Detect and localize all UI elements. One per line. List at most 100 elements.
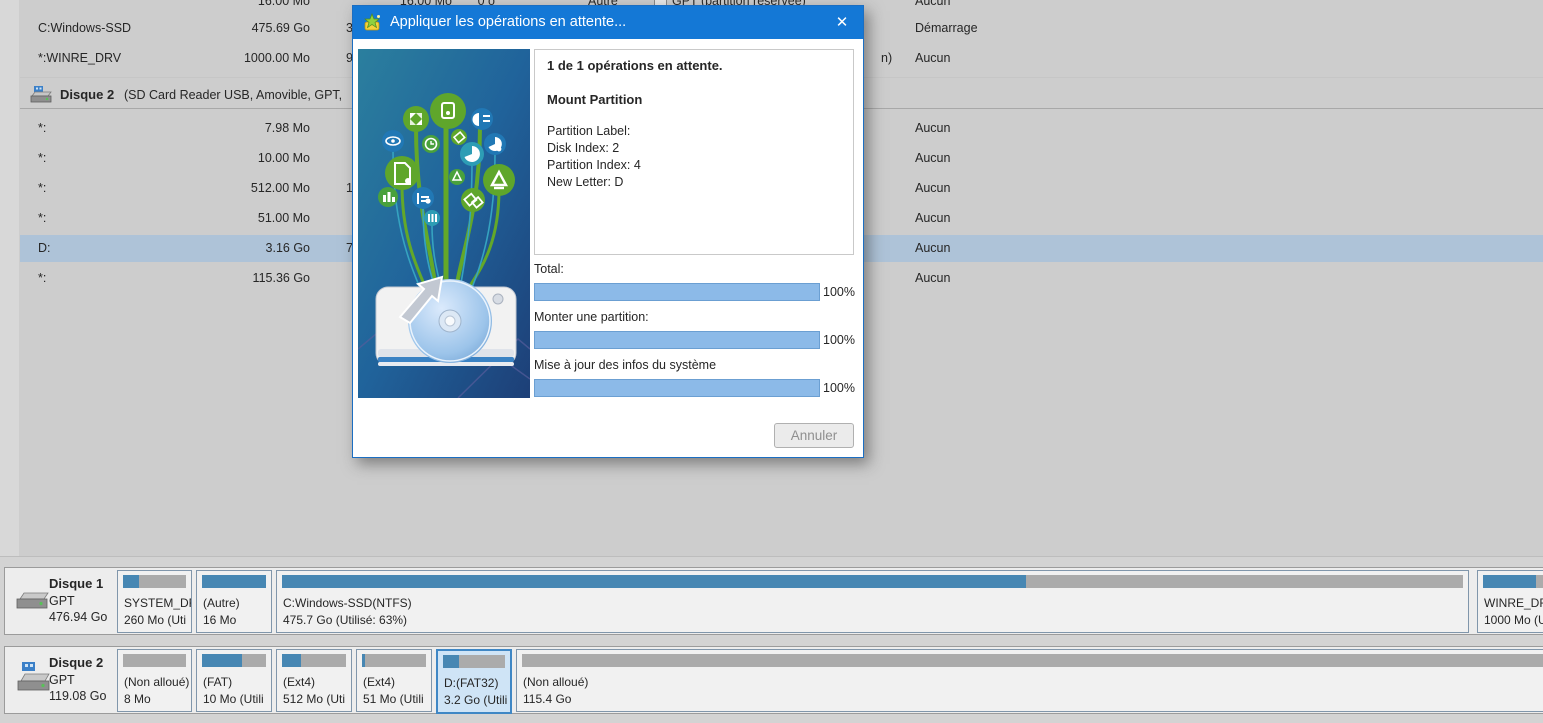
disk1-row: Disque 1 GPT 476.94 Go SYSTEM_DR 260 Mo … [4, 567, 1543, 635]
usb-disk-icon [15, 661, 51, 695]
usage-bar [362, 654, 426, 667]
usage-bar [123, 654, 186, 667]
wand-icon [362, 12, 383, 33]
disk2-row: Disque 2 GPT 119.08 Go (Non alloué) 8 Mo… [4, 646, 1543, 714]
cancel-button[interactable]: Annuler [774, 423, 854, 448]
partition-name-cell: *: [38, 270, 46, 286]
usage-bar [202, 654, 266, 667]
disk-group-subtitle: (SD Card Reader USB, Amovible, GPT, [124, 84, 342, 106]
usage-bar [522, 654, 1543, 667]
status-cell: Aucun [915, 210, 950, 226]
operation-detail: Partition Index: 4 [547, 158, 641, 172]
usage-bar [202, 575, 266, 588]
partition-label: C:Windows-SSD(NTFS) [283, 596, 412, 610]
capacity-cell: 51.00 Mo [200, 210, 310, 226]
partition-info: 51 Mo (Utili [363, 692, 424, 706]
partition-block[interactable]: (Non alloué) 8 Mo [117, 649, 192, 712]
status-cell: Aucun [915, 150, 950, 166]
partition-block-selected[interactable]: D:(FAT32) 3.2 Go (Utili [436, 649, 512, 714]
progress-percent: 100% [823, 285, 855, 299]
partition-info: 512 Mo (Uti [283, 692, 345, 706]
usage-bar [1483, 575, 1543, 588]
partition-info: 8 Mo [124, 692, 151, 706]
partition-name-cell: *:WINRE_DRV [38, 50, 121, 66]
hdd-icon [15, 590, 49, 612]
operation-detail: New Letter: D [547, 175, 623, 189]
disk-size: 476.94 Go [49, 610, 107, 624]
partition-info: 475.7 Go (Utilisé: 63%) [283, 613, 407, 627]
partition-label: WINRE_DRV [1484, 596, 1543, 610]
capacity-cell: 10.00 Mo [200, 150, 310, 166]
status-cell: Aucun [915, 0, 950, 9]
partition-info: 1000 Mo (U [1484, 613, 1543, 627]
partition-label: SYSTEM_DR [124, 596, 192, 610]
dialog-title: Appliquer les opérations en attente... [390, 6, 626, 39]
partition-name-cell: D: [38, 240, 51, 256]
disk-name: Disque 1 [49, 576, 119, 591]
pending-summary: 1 de 1 opérations en attente. [547, 58, 723, 73]
capacity-cell: 115.36 Go [200, 270, 310, 286]
progress-label-total: Total: [534, 262, 564, 276]
partition-block[interactable]: (Autre) 16 Mo [196, 570, 272, 633]
partition-name-cell: *: [38, 180, 46, 196]
apply-operations-dialog: Appliquer les opérations en attente... ✕ [352, 5, 864, 458]
partition-label: (Ext4) [363, 675, 395, 689]
partition-block[interactable]: C:Windows-SSD(NTFS) 475.7 Go (Utilisé: 6… [276, 570, 1469, 633]
capacity-cell: 475.69 Go [200, 20, 310, 36]
type-cell-tail: n) [881, 50, 892, 66]
progress-bar-total [534, 283, 820, 301]
status-cell: Aucun [915, 240, 950, 256]
operation-title: Mount Partition [547, 92, 642, 107]
progress-bar-sysinfo [534, 379, 820, 397]
partition-name-cell: *: [38, 120, 46, 136]
status-cell: Aucun [915, 270, 950, 286]
partition-name-cell: C:Windows-SSD [38, 20, 131, 36]
operation-detail: Disk Index: 2 [547, 141, 619, 155]
partition-name-cell: *: [38, 210, 46, 226]
partition-label: D:(FAT32) [444, 676, 498, 690]
disk-tree-illustration [358, 49, 530, 398]
partition-info: 260 Mo (Uti [124, 613, 186, 627]
capacity-cell: 1000.00 Mo [200, 50, 310, 66]
partition-block[interactable]: SYSTEM_DR 260 Mo (Uti [117, 570, 192, 633]
progress-percent: 100% [823, 381, 855, 395]
dialog-titlebar[interactable]: Appliquer les opérations en attente... ✕ [353, 6, 863, 39]
disk-group-title: Disque 2 [60, 84, 114, 106]
capacity-cell: 7.98 Mo [200, 120, 310, 136]
capacity-cell: 3.16 Go [200, 240, 310, 256]
partition-label: (FAT) [203, 675, 232, 689]
progress-bar-mount [534, 331, 820, 349]
status-cell: Aucun [915, 50, 950, 66]
partition-block[interactable]: WINRE_DRV 1000 Mo (U [1477, 570, 1543, 633]
app-window: 16.00 Mo 16.00 Mo 0 o Autre GPT (partiti… [0, 0, 1543, 723]
disk-scheme: GPT [49, 594, 75, 608]
operation-detail: Partition Label: [547, 124, 630, 138]
partition-label: (Non alloué) [124, 675, 189, 689]
partition-info: 16 Mo [203, 613, 236, 627]
disk-scheme: GPT [49, 673, 75, 687]
status-cell: Démarrage [915, 20, 978, 36]
partition-info: 115.4 Go [523, 692, 571, 706]
partition-block[interactable]: (Ext4) 512 Mo (Uti [276, 649, 352, 712]
status-cell: Aucun [915, 120, 950, 136]
capacity-cell: 512.00 Mo [200, 180, 310, 196]
usage-bar [443, 655, 505, 668]
partition-info: 3.2 Go (Utili [444, 693, 507, 707]
progress-label-sysinfo: Mise à jour des infos du système [534, 358, 716, 372]
status-cell: Aucun [915, 180, 950, 196]
partition-label: (Ext4) [283, 675, 315, 689]
partition-block[interactable]: (Non alloué) 115.4 Go [516, 649, 1543, 712]
capacity-cell: 16.00 Mo [200, 0, 310, 9]
usage-bar [282, 654, 346, 667]
usage-bar [123, 575, 186, 588]
usage-bar [282, 575, 1463, 588]
close-icon[interactable]: ✕ [829, 6, 855, 39]
partition-block[interactable]: (Ext4) 51 Mo (Utili [356, 649, 432, 712]
disk-size: 119.08 Go [49, 689, 106, 703]
partition-info: 10 Mo (Utili [203, 692, 264, 706]
partition-block[interactable]: (FAT) 10 Mo (Utili [196, 649, 272, 712]
partition-label: (Autre) [203, 596, 240, 610]
partition-label: (Non alloué) [523, 675, 588, 689]
progress-percent: 100% [823, 333, 855, 347]
progress-label-mount: Monter une partition: [534, 310, 649, 324]
